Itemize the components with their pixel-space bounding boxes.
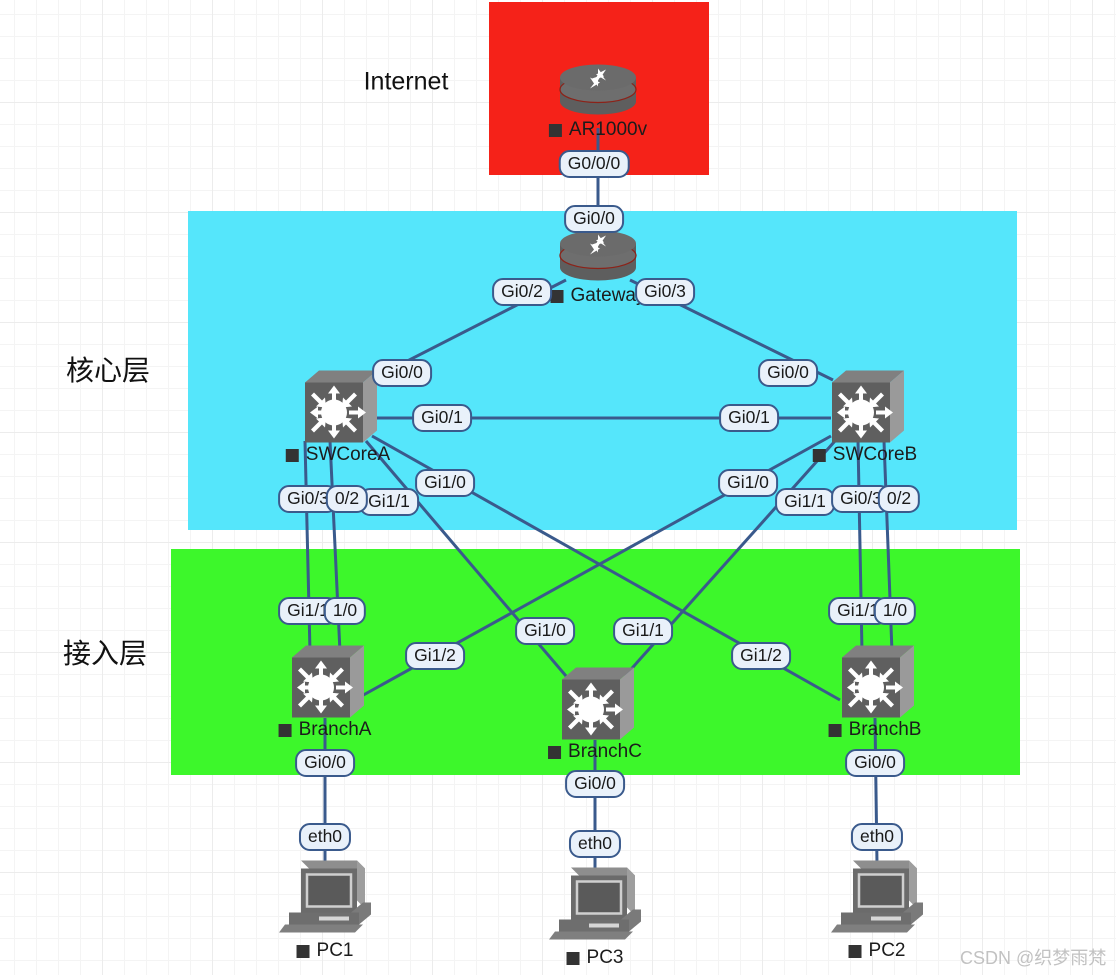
node-bullet-icon bbox=[548, 123, 562, 137]
port-label-p-gw-gi00[interactable]: Gi0/0 bbox=[564, 205, 624, 233]
router-icon bbox=[554, 58, 642, 127]
node-name-text: BranchC bbox=[568, 741, 642, 762]
port-label-p-swa-gi10[interactable]: Gi1/0 bbox=[415, 469, 475, 497]
port-label-p-bb-gi00[interactable]: Gi0/0 bbox=[845, 749, 905, 777]
port-label-p-swa-gi02[interactable]: 0/2 bbox=[325, 485, 369, 513]
port-label-p-bc-gi00[interactable]: Gi0/0 bbox=[565, 770, 625, 798]
node-name-text: AR1000v bbox=[568, 119, 648, 140]
port-label-p-swb-gi02[interactable]: 0/2 bbox=[877, 485, 921, 513]
port-label-p-pc2-eth0[interactable]: eth0 bbox=[850, 823, 904, 851]
watermark: CSDN @织梦雨梵 bbox=[960, 948, 1107, 968]
internet-caption: Internet bbox=[363, 67, 449, 96]
port-label-p-swa-gi00[interactable]: Gi0/0 bbox=[372, 359, 432, 387]
switch-icon bbox=[297, 367, 379, 452]
node-bullet-icon bbox=[812, 448, 826, 462]
core-caption: 核心层 bbox=[65, 354, 151, 387]
port-label-p-swb-gi01[interactable]: Gi0/1 bbox=[719, 404, 779, 432]
node-label-ar1000v: AR1000v bbox=[548, 119, 648, 141]
node-label-branchb: BranchB bbox=[828, 719, 922, 741]
node-name-text: SWCoreA bbox=[305, 444, 391, 465]
pc-icon bbox=[279, 855, 371, 942]
switch-icon bbox=[824, 367, 906, 452]
node-label-branchc: BranchC bbox=[548, 741, 642, 763]
port-label-p-swa-gi11[interactable]: Gi1/1 bbox=[359, 488, 419, 516]
port-label-p-swb-gi11[interactable]: Gi1/1 bbox=[775, 488, 835, 516]
node-name-text: PC3 bbox=[586, 947, 624, 968]
node-label-pc2: PC2 bbox=[848, 940, 906, 962]
node-name-text: PC2 bbox=[868, 940, 906, 961]
access-caption: 接入层 bbox=[62, 637, 148, 670]
node-bullet-icon bbox=[296, 944, 310, 958]
port-label-p-bc-gi10[interactable]: Gi1/0 bbox=[515, 617, 575, 645]
node-name-text: PC1 bbox=[316, 940, 354, 961]
node-bullet-icon bbox=[550, 289, 564, 303]
node-label-pc3: PC3 bbox=[566, 947, 624, 969]
port-label-p-ba-gi12[interactable]: Gi1/2 bbox=[405, 642, 465, 670]
port-label-p-swb-gi00[interactable]: Gi0/0 bbox=[758, 359, 818, 387]
pc-icon bbox=[549, 862, 641, 949]
port-label-p-pc3-eth0[interactable]: eth0 bbox=[568, 830, 622, 858]
node-label-gateway: Gateway bbox=[550, 285, 645, 307]
switch-icon bbox=[554, 664, 636, 749]
port-label-p-pc1-eth0[interactable]: eth0 bbox=[298, 823, 352, 851]
node-name-text: SWCoreB bbox=[832, 444, 918, 465]
node-bullet-icon bbox=[548, 745, 562, 759]
node-name-text: BranchA bbox=[298, 719, 372, 740]
node-bullet-icon bbox=[285, 448, 299, 462]
topology-canvas: AR1000v Gateway SWCoreA SWCoreB BranchA Branc… bbox=[0, 0, 1116, 975]
switch-icon bbox=[284, 642, 366, 727]
port-label-p-ba-gi10[interactable]: 1/0 bbox=[323, 597, 367, 625]
node-bullet-icon bbox=[566, 951, 580, 965]
node-label-swcorea: SWCoreA bbox=[285, 444, 391, 466]
port-label-p-bb-gi12[interactable]: Gi1/2 bbox=[731, 642, 791, 670]
pc-icon bbox=[831, 855, 923, 942]
port-label-p-gw-gi02[interactable]: Gi0/2 bbox=[492, 278, 552, 306]
node-name-text: BranchB bbox=[848, 719, 922, 740]
port-label-p-swb-gi10[interactable]: Gi1/0 bbox=[718, 469, 778, 497]
node-label-pc1: PC1 bbox=[296, 940, 354, 962]
router-icon bbox=[554, 224, 642, 293]
port-label-p-gw-gi03[interactable]: Gi0/3 bbox=[635, 278, 695, 306]
node-bullet-icon bbox=[278, 723, 292, 737]
switch-icon bbox=[834, 642, 916, 727]
port-label-p-ba-gi00[interactable]: Gi0/0 bbox=[295, 749, 355, 777]
port-label-p-bb-gi10[interactable]: 1/0 bbox=[873, 597, 917, 625]
port-label-p-bc-gi11[interactable]: Gi1/1 bbox=[613, 617, 673, 645]
port-label-p-swa-gi01[interactable]: Gi0/1 bbox=[412, 404, 472, 432]
node-bullet-icon bbox=[828, 723, 842, 737]
node-bullet-icon bbox=[848, 944, 862, 958]
node-label-brancha: BranchA bbox=[278, 719, 372, 741]
node-label-swcoreb: SWCoreB bbox=[812, 444, 918, 466]
port-label-p-ar-g000[interactable]: G0/0/0 bbox=[558, 150, 630, 178]
